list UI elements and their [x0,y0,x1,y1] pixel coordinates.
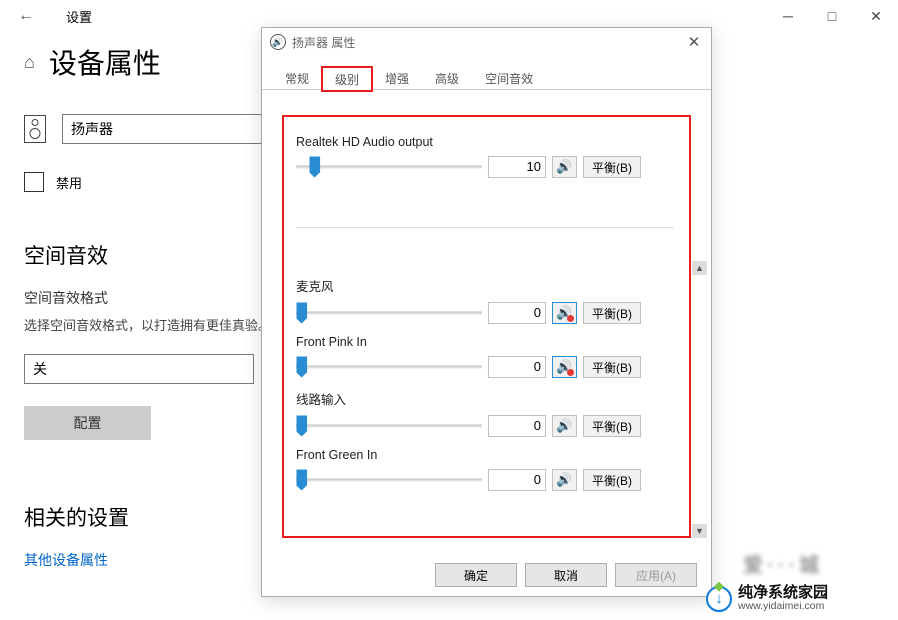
balance-button[interactable]: 平衡(B) [583,356,641,378]
channel-block: Realtek HD Audio output 10 🔊 平衡(B) [296,135,674,228]
configure-button[interactable]: 配置 [24,406,151,440]
tab-1[interactable]: 级别 [322,67,372,91]
speaker-icon: 🔊 [556,159,572,175]
volume-value[interactable]: 0 [488,469,546,491]
volume-value[interactable]: 0 [488,415,546,437]
speaker-icon: 🔊 [556,418,572,434]
dialog-titlebar: 🔊 扬声器 属性 ✕ [262,28,711,56]
dialog-footer: 确定 取消 应用(A) [435,563,697,587]
device-name-field[interactable]: 扬声器 [62,114,274,144]
speaker-properties-dialog: 🔊 扬声器 属性 ✕ 常规级别增强高级空间音效 ▲ ▼ Realtek HD A… [261,27,712,597]
volume-slider[interactable] [296,355,482,379]
mute-button[interactable]: 🔊 [552,469,577,491]
watermark-url: www.yidaimei.com [738,601,828,612]
other-device-props-link[interactable]: 其他设备属性 [24,552,108,568]
balance-button[interactable]: 平衡(B) [583,415,641,437]
dialog-title: 扬声器 属性 [292,34,355,51]
volume-value[interactable]: 0 [488,302,546,324]
volume-slider[interactable] [296,301,482,325]
balance-button[interactable]: 平衡(B) [583,469,641,491]
muted-indicator-icon [567,315,574,322]
channel-block: 线路输入 0 🔊 平衡(B) [296,389,674,438]
ok-button[interactable]: 确定 [435,563,517,587]
mute-button[interactable]: 🔊 [552,156,577,178]
mute-button[interactable]: 🔊 [552,415,577,437]
volume-slider[interactable] [296,468,482,492]
tab-4[interactable]: 空间音效 [472,66,546,90]
levels-panel: ▲ ▼ Realtek HD Audio output10🔊平衡(B)麦克风0🔊… [282,115,691,538]
tab-2[interactable]: 增强 [372,66,422,90]
muted-indicator-icon [567,369,574,376]
channel-block: Front Pink In 0 🔊 平衡(B) [296,335,674,379]
watermark-blur: 爱···城 [743,549,823,578]
volume-slider[interactable] [296,155,482,179]
channel-name: Front Pink In [296,335,674,349]
channel-name: Front Green In [296,448,674,462]
channel-name: 麦克风 [296,276,674,295]
disable-checkbox[interactable] [24,172,44,192]
mute-button[interactable]: 🔊 [552,356,577,378]
apply-button[interactable]: 应用(A) [615,563,697,587]
settings-title: 设置 [66,7,92,26]
volume-value[interactable]: 0 [488,356,546,378]
watermark: ↓ 纯净系统家园 www.yidaimei.com [706,585,828,612]
close-button[interactable]: ✕ [854,0,898,32]
minimize-button[interactable]: ─ [766,0,810,32]
speaker-icon [24,115,46,143]
balance-button[interactable]: 平衡(B) [583,302,641,324]
volume-value[interactable]: 10 [488,156,546,178]
dialog-close-button[interactable]: ✕ [683,32,705,52]
scroll-up-icon[interactable]: ▲ [692,261,707,275]
page-title: 设备属性 [49,42,161,82]
balance-button[interactable]: 平衡(B) [583,156,641,178]
watermark-name: 纯净系统家园 [738,585,828,601]
dialog-icon: 🔊 [270,34,286,50]
channel-name: Realtek HD Audio output [296,135,674,149]
channel-name: 线路输入 [296,389,674,408]
dialog-tabs: 常规级别增强高级空间音效 [262,66,711,90]
back-arrow-icon[interactable]: ← [18,7,34,25]
channel-block: 麦克风 0 🔊 平衡(B) [296,276,674,325]
home-icon[interactable]: ⌂ [24,52,35,73]
watermark-logo-icon: ↓ [706,586,732,612]
volume-slider[interactable] [296,414,482,438]
spatial-format-dropdown[interactable]: 关 [24,354,254,384]
tab-0[interactable]: 常规 [272,66,322,90]
channel-block: Front Green In 0 🔊 平衡(B) [296,448,674,492]
mute-button[interactable]: 🔊 [552,302,577,324]
tab-3[interactable]: 高级 [422,66,472,90]
speaker-icon: 🔊 [556,472,572,488]
cancel-button[interactable]: 取消 [525,563,607,587]
window-controls: ─ □ ✕ [766,0,898,32]
disable-label: 禁用 [56,173,82,192]
maximize-button[interactable]: □ [810,0,854,32]
scroll-down-icon[interactable]: ▼ [692,524,707,538]
